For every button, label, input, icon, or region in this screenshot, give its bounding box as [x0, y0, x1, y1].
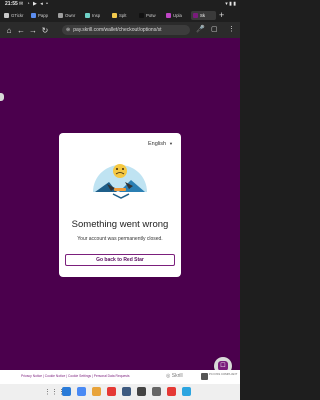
tab-favicon-icon	[193, 13, 198, 18]
go-back-button[interactable]: Go back to Red Star	[65, 254, 175, 266]
error-title: Something went wrong	[71, 219, 169, 230]
tab-label: Insp	[92, 13, 101, 18]
tab-label: Upla	[173, 13, 182, 18]
browser-tab[interactable]: Ownr	[56, 11, 81, 20]
new-tab-icon[interactable]: +	[219, 11, 224, 20]
tab-label: Sk	[200, 13, 206, 18]
notification-icons: ✉ ◔ ▶ ◂ •	[19, 1, 49, 7]
pci-badge-text: PCI DSS COMPLIANT	[209, 372, 238, 376]
back-icon[interactable]: ←	[15, 26, 27, 35]
screen-app-icon[interactable]	[137, 387, 146, 396]
youtube-2-app-icon[interactable]	[167, 387, 176, 396]
app-dock: ⋮⋮⋮	[0, 384, 240, 400]
youtube-app-icon[interactable]	[107, 387, 116, 396]
tab-label: GTickr	[11, 13, 24, 18]
phone-app-icon[interactable]	[62, 387, 71, 396]
forward-icon[interactable]: →	[27, 26, 39, 35]
footer-links[interactable]: Privacy Notice | Cookie Notice | Cookie …	[21, 374, 130, 378]
browser-tab[interactable]: Sk	[191, 11, 216, 20]
tab-strip: GTickr Papp Ownr Insp Splt Potw Upla Sk +	[0, 9, 240, 22]
language-label: English	[147, 141, 167, 147]
browser-tab[interactable]: Insp	[83, 11, 108, 20]
browser-tab[interactable]: GTickr	[2, 11, 27, 20]
tab-label: Potw	[146, 13, 156, 18]
pci-badge-icon	[201, 373, 208, 380]
browser-tab[interactable]: Potw	[137, 11, 162, 20]
tab-label: Ownr	[65, 13, 76, 18]
browser-tab[interactable]: Splt	[110, 11, 135, 20]
tab-favicon-icon	[166, 13, 171, 18]
tab-favicon-icon	[4, 13, 9, 18]
tab-favicon-icon	[112, 13, 117, 18]
tab-favicon-icon	[85, 13, 90, 18]
camera-app-icon[interactable]	[152, 387, 161, 396]
messages-app-icon[interactable]	[77, 387, 86, 396]
error-card: English ▼ Something went wrong Your accou…	[59, 133, 181, 277]
error-message: Your account was permanently closed.	[77, 236, 163, 242]
home-icon[interactable]: ⌂	[3, 26, 15, 35]
tab-label: Papp	[38, 13, 49, 18]
url-field[interactable]: ⊜ pay.skrill.com/wallet/checkout/options/…	[62, 25, 190, 35]
mic-icon[interactable]: 🎤	[196, 25, 205, 35]
site-info-icon[interactable]: ⊜	[66, 27, 70, 33]
reload-icon[interactable]: ↻	[39, 26, 51, 35]
chrome-app-icon[interactable]	[92, 387, 101, 396]
skrill-logo: ◎ Skrill	[166, 373, 183, 379]
menu-icon[interactable]: ⋮	[228, 25, 235, 35]
page-footer: Privacy Notice | Cookie Notice | Cookie …	[0, 370, 240, 384]
telegram-app-icon[interactable]	[182, 387, 191, 396]
browser-tab[interactable]: Papp	[29, 11, 54, 20]
address-bar: ⌂ ← → ↻ ⊜ pay.skrill.com/wallet/checkout/…	[0, 22, 240, 38]
edge-panel-handle[interactable]	[0, 93, 4, 101]
tab-label: Splt	[119, 13, 127, 18]
tab-favicon-icon	[58, 13, 63, 18]
page-content: English ▼ Something went wrong Your accou…	[0, 38, 240, 370]
tab-favicon-icon	[139, 13, 144, 18]
language-selector[interactable]: English ▼	[148, 141, 173, 147]
tab-switcher-icon[interactable]: ▢	[211, 25, 218, 35]
browser-tab[interactable]: Upla	[164, 11, 189, 20]
error-illustration	[93, 164, 147, 199]
chevron-down-icon: ▼	[169, 141, 173, 146]
url-text: pay.skrill.com/wallet/checkout/options/s…	[73, 27, 162, 33]
status-bar: 21:55 ✉ ◔ ▶ ◂ • ▾ ▮ ▮	[0, 0, 240, 9]
chrome-dark-app-icon[interactable]	[122, 387, 131, 396]
system-icons: ▾ ▮ ▮	[225, 1, 236, 7]
tab-favicon-icon	[31, 13, 36, 18]
clock: 21:55	[5, 1, 18, 7]
